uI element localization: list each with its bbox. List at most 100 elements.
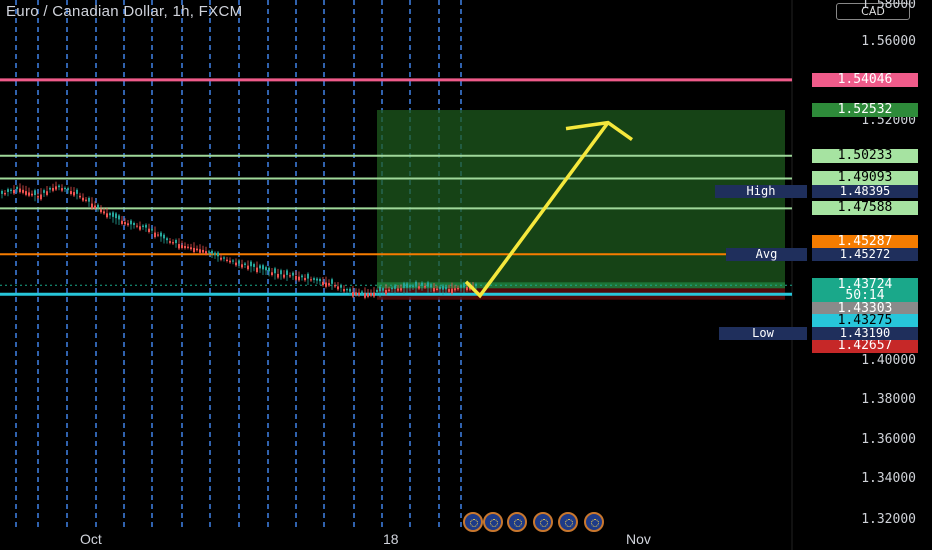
candle-body [178,244,180,249]
candle-body [49,187,51,190]
candle-body [46,191,48,195]
candle-body [43,190,45,193]
low-value: 1.43190 [812,327,918,340]
y-tick: 1.40000 [861,353,916,368]
candle-body [454,288,456,291]
candle-body [322,281,324,286]
event-badge-icon[interactable] [584,512,604,532]
candle-body [163,234,165,239]
candle-body [82,197,84,201]
candle-body [214,252,216,256]
candle-body [385,289,387,295]
candle-body [4,192,6,195]
y-tick: 1.32000 [861,512,916,527]
candle-body [349,288,351,292]
candle-body [397,288,399,291]
candle-body [460,285,462,288]
candle-body [103,211,105,214]
y-tick: 1.38000 [861,392,916,407]
candle-body [388,289,390,291]
candle-body [199,249,201,253]
date-label-oct: Oct [80,531,102,547]
candle-body [34,190,36,196]
candle-body [394,285,396,289]
position-zones [377,110,785,300]
candle-body [328,283,330,286]
candle-body [1,190,3,194]
candle-body [301,275,303,278]
candle-body [187,246,189,248]
candle-body [217,252,219,257]
candle-body [451,288,453,294]
candle-body [193,247,195,253]
candle-body [16,186,18,190]
candle-body [52,187,54,191]
candle-body [67,188,69,191]
candle-body [331,279,333,284]
candle-body [229,260,231,263]
candle-body [277,273,279,278]
candle-body [307,273,309,279]
candle-body [364,293,366,298]
candle-body [382,288,384,291]
candle-body [190,247,192,250]
candle-body [250,261,252,267]
price-tag-green: 1.50233 [812,149,918,163]
candle-body [475,284,477,287]
event-badge-icon[interactable] [463,512,483,532]
candle-body [25,191,27,195]
price-tag-green: 1.49093 [812,171,918,185]
candle-body [340,285,342,288]
candle-body [76,189,78,194]
candle-body [403,283,405,288]
candle-body [208,251,210,253]
candle-body [448,289,450,292]
price-chart[interactable] [0,0,932,550]
candle-body [436,288,438,290]
candle-body [220,257,222,260]
candle-body [268,267,270,272]
candle-body [286,270,288,275]
candle-body [433,287,435,292]
candle-body [442,285,444,290]
candle-body [319,278,321,282]
candle-body [379,286,381,292]
candle-body [316,278,318,281]
event-badge-icon[interactable] [533,512,553,532]
price-tag-stop: 1.42657 [812,339,918,353]
candle-body [421,282,423,286]
candle-body [202,249,204,253]
candle-body [358,292,360,296]
candle-body [22,189,24,193]
candle-body [148,228,150,233]
candle-body [142,225,144,227]
low-label: Low [719,327,807,340]
candle-body [31,193,33,196]
candle-body [391,287,393,290]
candle-body [37,196,39,198]
candle-body [160,232,162,237]
candle-body [145,224,147,228]
candle-body [400,288,402,291]
candle-body [430,284,432,288]
event-badge-icon[interactable] [558,512,578,532]
candle-body [55,186,57,190]
candle-body [211,250,213,254]
event-badge-icon[interactable] [507,512,527,532]
candle-body [409,285,411,288]
candle-body [118,215,120,220]
candle-body [256,267,258,273]
candle-body [445,286,447,290]
candle-body [241,264,243,268]
candle-body [271,272,273,276]
candle-body [61,188,63,191]
candle-body [121,220,123,224]
price-tag-pink: 1.54046 [812,73,918,87]
candle-body [139,226,141,230]
candle-body [367,293,369,297]
candle-body [91,203,93,209]
candle-body [109,213,111,216]
candle-body [184,246,186,249]
event-badge-icon[interactable] [483,512,503,532]
candle-body [262,265,264,270]
